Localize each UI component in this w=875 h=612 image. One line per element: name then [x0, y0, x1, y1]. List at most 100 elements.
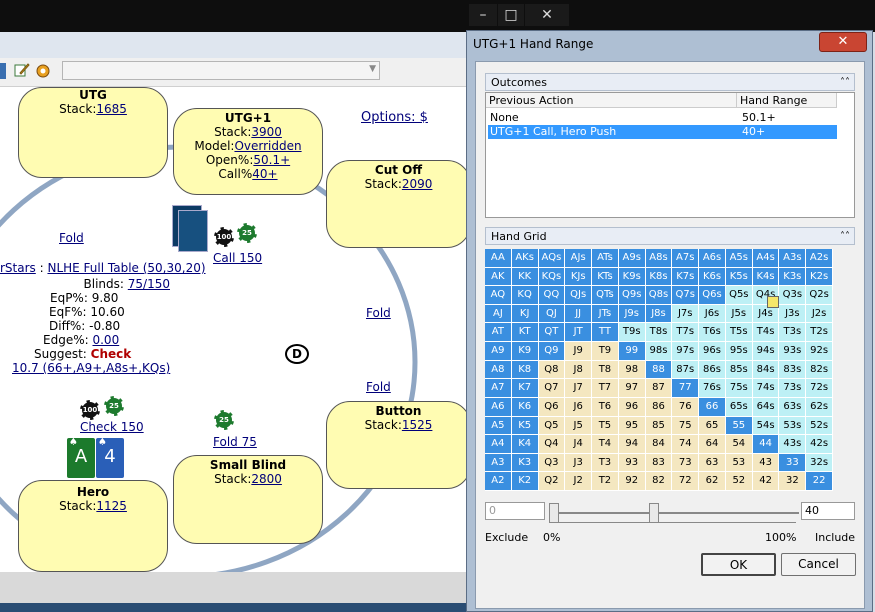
grid-cell[interactable]: J7	[565, 379, 593, 398]
grid-cell[interactable]: T9	[592, 342, 619, 361]
grid-cell[interactable]: J2s	[806, 304, 833, 324]
grid-cell[interactable]: T3	[592, 453, 619, 473]
grid-cell[interactable]: Q8s	[645, 286, 673, 305]
grid-cell[interactable]: T7	[592, 379, 619, 398]
grid-cell[interactable]: K2s	[806, 267, 833, 287]
grid-cell[interactable]: K7	[511, 379, 539, 398]
grid-cell[interactable]: A3s	[779, 249, 807, 268]
grid-cell[interactable]: 72s	[806, 379, 833, 398]
grid-cell[interactable]: JTs	[592, 304, 619, 324]
grid-cell[interactable]: J5	[565, 416, 593, 436]
grid-cell[interactable]: J3s	[779, 304, 807, 324]
range-link[interactable]: 10.7 (66+,A9+,A8s+,KQs)	[12, 361, 170, 375]
grid-cell[interactable]: Q6s	[699, 286, 726, 305]
grid-cell[interactable]: 52	[725, 472, 753, 491]
grid-cell[interactable]: 74	[672, 435, 700, 454]
site-link[interactable]: rStars	[0, 261, 36, 275]
grid-cell[interactable]: A2s	[806, 249, 833, 268]
open-pct-link[interactable]: 50.1+	[253, 153, 290, 167]
grid-cell[interactable]: AT	[485, 323, 512, 343]
grid-cell[interactable]: T2s	[806, 323, 833, 343]
collapse-icon[interactable]: ˄˄	[840, 74, 850, 92]
seat-utg1[interactable]: UTG+1 Stack:3900 Model:Overridden Open%:…	[173, 108, 323, 195]
edit-icon[interactable]	[14, 62, 30, 78]
grid-cell[interactable]: 53s	[779, 416, 807, 436]
grid-cell[interactable]: JT	[565, 323, 593, 343]
grid-cell[interactable]: 42	[752, 472, 780, 491]
slider-thumb-right[interactable]	[649, 503, 659, 523]
grid-cell[interactable]: AA	[485, 249, 512, 268]
grid-cell[interactable]: QQ	[538, 286, 566, 305]
grid-cell[interactable]: AQ	[485, 286, 512, 305]
grid-cell[interactable]: 62	[699, 472, 726, 491]
grid-cell[interactable]: 73s	[779, 379, 807, 398]
grid-cell[interactable]: Q2s	[806, 286, 833, 305]
grid-cell[interactable]: QT	[538, 323, 566, 343]
grid-cell[interactable]: T8	[592, 360, 619, 380]
grid-cell[interactable]: T4s	[752, 323, 780, 343]
grid-cell[interactable]: Q3	[538, 453, 566, 473]
seat-cutoff[interactable]: Cut Off Stack:2090	[326, 160, 471, 248]
grid-cell[interactable]: 92s	[806, 342, 833, 361]
grid-cell[interactable]: A6s	[699, 249, 726, 268]
edge-link[interactable]: 0.00	[92, 333, 119, 347]
grid-cell[interactable]: 74s	[752, 379, 780, 398]
grid-cell[interactable]: 54s	[752, 416, 780, 436]
grid-cell[interactable]: J4	[565, 435, 593, 454]
grid-cell[interactable]: Q3s	[779, 286, 807, 305]
grid-cell[interactable]: 96s	[699, 342, 726, 361]
grid-cell[interactable]: QJs	[565, 286, 593, 305]
stack-link[interactable]: 1125	[96, 499, 127, 513]
grid-cell[interactable]: 95s	[725, 342, 753, 361]
fold-button-link[interactable]: Fold	[366, 380, 391, 394]
grid-cell[interactable]: A3	[485, 453, 512, 473]
grid-cell[interactable]: K6	[511, 397, 539, 417]
fold-utg-link[interactable]: Fold	[59, 231, 84, 245]
grid-cell[interactable]: 82	[645, 472, 673, 491]
grid-cell[interactable]: 42s	[806, 435, 833, 454]
call-pct-link[interactable]: 40+	[252, 167, 277, 181]
seat-button[interactable]: Button Stack:1525	[326, 401, 471, 489]
grid-cell[interactable]: T6s	[699, 323, 726, 343]
grid-cell[interactable]: 75	[672, 416, 700, 436]
grid-cell[interactable]: A8	[485, 360, 512, 380]
grid-cell[interactable]: 83s	[779, 360, 807, 380]
grid-cell[interactable]: J7s	[672, 304, 700, 324]
grid-cell[interactable]: 85s	[725, 360, 753, 380]
grid-cell[interactable]: T6	[592, 397, 619, 417]
grid-cell[interactable]: 63s	[779, 397, 807, 417]
stack-link[interactable]: 1685	[96, 102, 127, 116]
ok-button[interactable]: OK	[701, 553, 776, 576]
grid-cell[interactable]: 98	[618, 360, 646, 380]
grid-cell[interactable]: Q8	[538, 360, 566, 380]
grid-cell[interactable]: Q7	[538, 379, 566, 398]
grid-cell[interactable]: 99	[618, 342, 646, 361]
grid-cell[interactable]: T2	[592, 472, 619, 491]
stack-link[interactable]: 3900	[251, 125, 282, 139]
grid-cell[interactable]: AJ	[485, 304, 512, 324]
grid-cell[interactable]: 97	[618, 379, 646, 398]
grid-cell[interactable]: T8s	[645, 323, 673, 343]
grid-cell[interactable]: J6s	[699, 304, 726, 324]
slider-thumb-left[interactable]	[549, 503, 559, 523]
collapse-icon[interactable]: ˄˄	[840, 228, 850, 246]
grid-cell[interactable]: KJs	[565, 267, 593, 287]
grid-cell[interactable]: 22	[806, 472, 833, 491]
grid-cell[interactable]: 32	[779, 472, 807, 491]
dialog-close-button[interactable]: ✕	[819, 32, 867, 52]
grid-cell[interactable]: 77	[672, 379, 700, 398]
grid-cell[interactable]: 43s	[779, 435, 807, 454]
seat-hero[interactable]: Hero Stack:1125	[18, 480, 168, 572]
maximize-button[interactable]: □	[498, 4, 524, 26]
grid-cell[interactable]: J9s	[618, 304, 646, 324]
grid-cell[interactable]: 92	[618, 472, 646, 491]
grid-cell[interactable]: QTs	[592, 286, 619, 305]
range-slider-track[interactable]	[549, 512, 799, 514]
grid-cell[interactable]: Q5s	[725, 286, 753, 305]
options-link[interactable]: Options: $	[361, 110, 428, 125]
grid-cell[interactable]: T5s	[725, 323, 753, 343]
grid-cell[interactable]: 84s	[752, 360, 780, 380]
grid-cell[interactable]: 76	[672, 397, 700, 417]
model-link[interactable]: Overridden	[234, 139, 301, 153]
grid-cell[interactable]: J2	[565, 472, 593, 491]
